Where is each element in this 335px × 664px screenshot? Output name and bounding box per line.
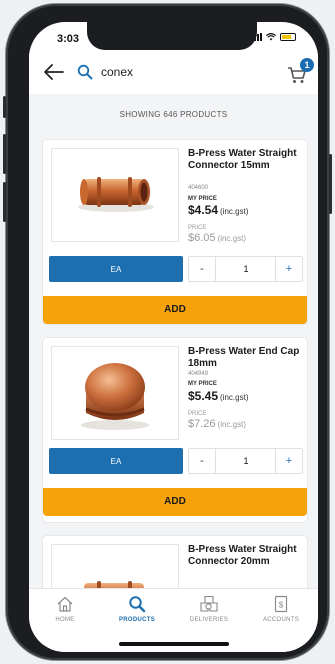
- wifi-icon: [266, 33, 276, 41]
- search-header: 1: [29, 50, 318, 95]
- tab-label: DELIVERIES: [189, 617, 229, 623]
- notch: [87, 22, 257, 50]
- quantity-stepper: - 1 +: [188, 256, 303, 282]
- screen: 3:03 conex 1 SHOWING 646 PRODUCTS B-Pres…: [29, 22, 318, 652]
- product-name[interactable]: B-Press Water Straight Connector 15mm: [188, 148, 300, 172]
- gst-label: (inc.gst): [220, 207, 249, 216]
- list-price: $7.26 (inc.gst): [188, 418, 246, 430]
- list-price-value: $7.26: [188, 418, 216, 430]
- price-label: PRICE: [188, 411, 207, 417]
- my-price-label: MY PRICE: [188, 196, 217, 202]
- cart-count-badge: 1: [300, 58, 314, 72]
- quantity-input[interactable]: 1: [215, 449, 277, 473]
- my-price-value: $4.54: [188, 203, 219, 217]
- gst-label: (inc.gst): [220, 393, 249, 402]
- tab-home[interactable]: HOME: [29, 595, 101, 635]
- increase-quantity-button[interactable]: +: [275, 449, 302, 473]
- decrease-quantity-button[interactable]: -: [189, 449, 216, 473]
- results-count: SHOWING 646 PRODUCTS: [119, 110, 228, 119]
- product-name[interactable]: B-Press Water End Cap 18mm: [188, 346, 300, 370]
- power-button: [329, 154, 332, 214]
- add-to-cart-button[interactable]: ADD: [43, 488, 307, 516]
- unit-of-measure-button[interactable]: EA: [49, 448, 183, 474]
- add-to-cart-button[interactable]: ADD: [43, 296, 307, 324]
- copper-straight-connector-image: [78, 177, 154, 212]
- list-price-value: $6.05: [188, 232, 216, 244]
- battery-icon: [280, 33, 296, 41]
- unit-of-measure-button[interactable]: EA: [49, 256, 183, 282]
- product-image[interactable]: [51, 544, 179, 588]
- my-price-value: $5.45: [188, 389, 219, 403]
- phone-frame: 3:03 conex 1 SHOWING 646 PRODUCTS B-Pres…: [3, 4, 332, 660]
- search-input[interactable]: [101, 62, 251, 82]
- list-price: $6.05 (inc.gst): [188, 232, 246, 244]
- tab-products[interactable]: PRODUCTS: [101, 595, 173, 635]
- account-doc-icon: $: [274, 595, 288, 613]
- my-price-label: MY PRICE: [188, 381, 217, 387]
- product-image[interactable]: [51, 148, 179, 242]
- tab-label: HOME: [55, 617, 75, 623]
- copper-end-cap-image: [81, 363, 149, 430]
- product-sku: 404600: [188, 185, 209, 191]
- product-card: B-Press Water Straight Connector 20mm: [43, 536, 307, 588]
- gst-label: (inc.gst): [217, 420, 246, 429]
- volume-up-button: [3, 134, 6, 174]
- copper-straight-connector-image: [84, 581, 144, 588]
- back-arrow-icon[interactable]: [43, 62, 65, 82]
- decrease-quantity-button[interactable]: -: [189, 257, 216, 281]
- home-indicator: [119, 642, 229, 646]
- tab-deliveries[interactable]: DELIVERIES: [173, 595, 245, 635]
- product-list[interactable]: SHOWING 646 PRODUCTS B-Press Water Strai…: [29, 94, 318, 588]
- quantity-stepper: - 1 +: [188, 448, 303, 474]
- quantity-input[interactable]: 1: [215, 257, 277, 281]
- product-card: B-Press Water End Cap 18mm 404949 MY PRI…: [43, 338, 307, 522]
- volume-down-button: [3, 182, 6, 222]
- product-sku: 404949: [188, 371, 209, 377]
- svg-text:$: $: [279, 601, 284, 610]
- status-time: 3:03: [57, 33, 80, 45]
- boxes-icon: [200, 595, 218, 612]
- search-icon: [129, 596, 146, 613]
- my-price: $4.54 (inc.gst): [188, 203, 248, 217]
- status-icons: [251, 33, 296, 41]
- tab-label: ACCOUNTS: [262, 617, 300, 623]
- gst-label: (inc.gst): [217, 234, 246, 243]
- product-name[interactable]: B-Press Water Straight Connector 20mm: [188, 544, 300, 568]
- product-image[interactable]: [51, 346, 179, 440]
- product-card: B-Press Water Straight Connector 15mm 40…: [43, 140, 307, 324]
- tab-label: PRODUCTS: [118, 617, 156, 623]
- home-icon: [57, 596, 73, 612]
- tab-accounts[interactable]: $ ACCOUNTS: [245, 595, 317, 635]
- my-price: $5.45 (inc.gst): [188, 389, 248, 403]
- increase-quantity-button[interactable]: +: [275, 257, 302, 281]
- price-label: PRICE: [188, 225, 207, 231]
- mute-switch: [3, 96, 6, 118]
- search-icon: [77, 64, 93, 80]
